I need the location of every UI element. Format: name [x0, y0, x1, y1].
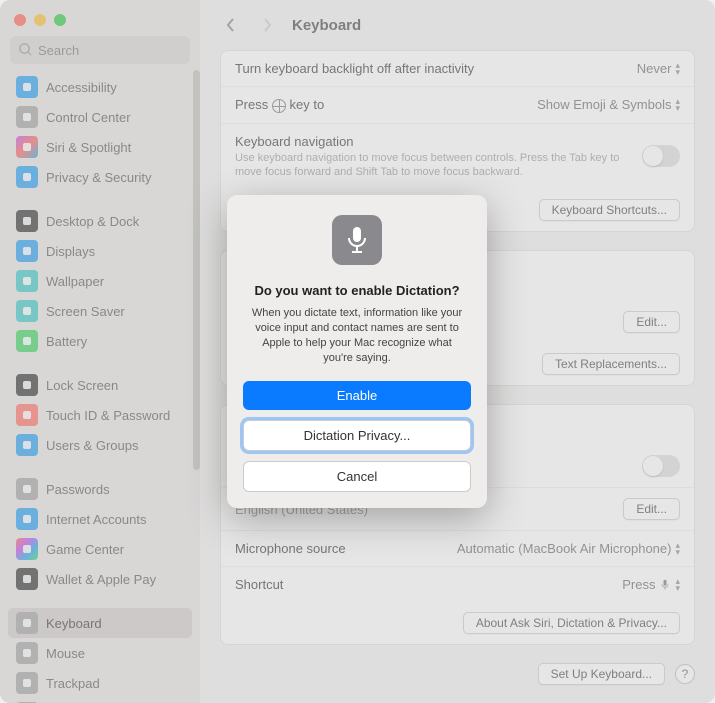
dictation-enable-dialog: Do you want to enable Dictation? When yo…: [227, 195, 487, 508]
dictation-privacy-button[interactable]: Dictation Privacy...: [243, 420, 471, 451]
cancel-button[interactable]: Cancel: [243, 461, 471, 492]
dialog-body: When you dictate text, information like …: [243, 306, 471, 365]
dialog-title: Do you want to enable Dictation?: [243, 283, 471, 298]
dictation-icon: [332, 215, 382, 265]
enable-button[interactable]: Enable: [243, 381, 471, 410]
